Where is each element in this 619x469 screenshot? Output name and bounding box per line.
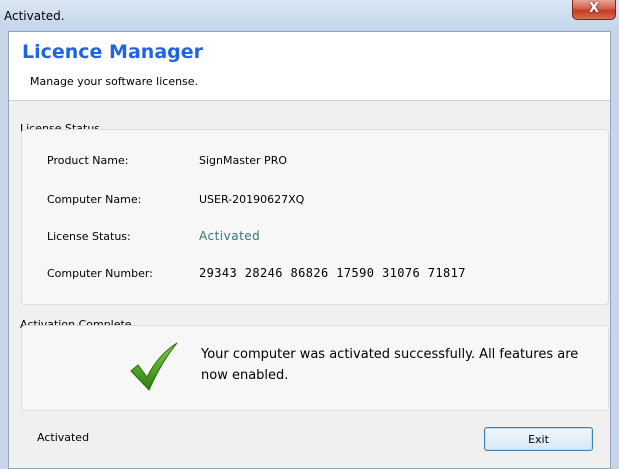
page-subtitle: Manage your software license. [30,75,199,88]
computer-number-value: 29343 28246 86826 17590 31076 71817 [199,266,466,280]
header-panel: Licence Manager Manage your software lic… [9,32,610,101]
license-status-label: License Status: [47,230,131,243]
product-name-value: SignMaster PRO [199,154,287,167]
title-bar: Activated. X [0,0,619,30]
dialog-body: Licence Manager Manage your software lic… [8,31,611,469]
success-message: Your computer was activated successfully… [201,347,579,383]
window-title: Activated. [4,9,65,23]
close-button[interactable]: X [572,0,616,20]
page-title: Licence Manager [22,41,203,63]
product-name-label: Product Name: [47,154,129,167]
exit-button[interactable]: Exit [484,427,593,451]
licence-manager-window: Activated. X Licence Manager Manage your… [0,0,619,469]
computer-name-label: Computer Name: [47,193,142,206]
license-status-value: Activated [199,229,261,243]
footer-status-text: Activated [37,431,90,444]
computer-number-label: Computer Number: [47,267,153,280]
computer-name-value: USER-20190627XQ [199,193,305,206]
checkmark-icon [130,342,178,391]
close-icon: X [588,1,600,16]
